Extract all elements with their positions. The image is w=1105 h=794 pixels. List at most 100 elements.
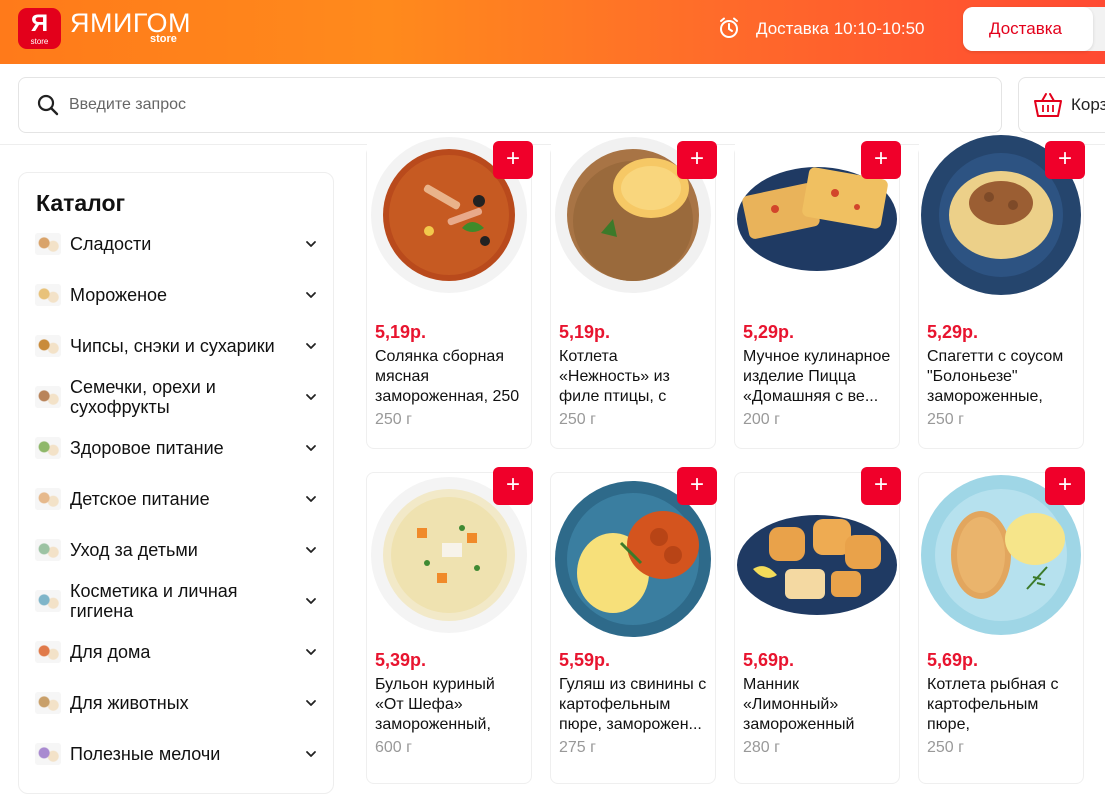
catalog-item[interactable]: Сладости bbox=[35, 224, 323, 264]
add-to-cart-button[interactable]: + bbox=[1045, 141, 1085, 179]
product-price: 5,69р. bbox=[743, 650, 795, 670]
chevron-down-icon[interactable] bbox=[305, 646, 317, 658]
product-price: 5,29р. bbox=[927, 322, 979, 342]
product-weight: 200 г bbox=[743, 411, 780, 428]
product-price: 5,29р. bbox=[743, 322, 795, 342]
product-name[interactable]: Гуляш из свинины с картофельным пюре, за… bbox=[559, 675, 709, 735]
chevron-down-icon[interactable] bbox=[305, 238, 317, 250]
product-weight: 250 г bbox=[927, 739, 964, 756]
catalog-item[interactable]: Для дома bbox=[35, 632, 323, 672]
product-card[interactable]: +5,69р. Манник «Лимонный» замороженный 1/… bbox=[734, 467, 901, 784]
product-price: 5,69р. bbox=[927, 650, 979, 670]
product-price: 5,19р. bbox=[375, 322, 427, 342]
product-price: 5,39р. bbox=[375, 650, 427, 670]
chevron-down-icon[interactable] bbox=[305, 493, 317, 505]
add-to-cart-button[interactable]: + bbox=[493, 141, 533, 179]
brand-subtitle: store bbox=[150, 33, 177, 45]
product-weight: 250 г bbox=[375, 411, 412, 428]
home-icon bbox=[35, 641, 61, 663]
delivery-time[interactable]: Доставка 10:10-10:50 bbox=[756, 18, 924, 40]
catalog-item[interactable]: Детское питание bbox=[35, 479, 323, 519]
catalog-item-label: Чипсы, снэки и сухарики bbox=[70, 336, 275, 356]
product-weight: 280 г bbox=[743, 739, 780, 756]
product-weight: 250 г bbox=[559, 411, 596, 428]
chevron-down-icon[interactable] bbox=[305, 289, 317, 301]
delivery-mode-label: Доставка bbox=[989, 19, 1063, 38]
cart-button[interactable]: Корз bbox=[1018, 77, 1105, 133]
product-name[interactable]: Котлета рыбная с картофельным пюре, замо… bbox=[927, 675, 1077, 735]
add-to-cart-button[interactable]: + bbox=[1045, 467, 1085, 505]
product-weight: 275 г bbox=[559, 739, 596, 756]
cart-label: Корз bbox=[1071, 95, 1105, 114]
chevron-down-icon[interactable] bbox=[305, 391, 317, 403]
catalog-item[interactable]: Мороженое bbox=[35, 275, 323, 315]
sweets-icon bbox=[35, 233, 61, 255]
add-to-cart-button[interactable]: + bbox=[861, 467, 901, 505]
delivery-mode-switch[interactable]: Доставка bbox=[963, 7, 1105, 51]
catalog-item[interactable]: Для животных bbox=[35, 683, 323, 723]
catalog-item[interactable]: Чипсы, снэки и сухарики bbox=[35, 326, 323, 366]
search-icon bbox=[37, 94, 59, 116]
basket-icon bbox=[1034, 93, 1062, 117]
catalog-item[interactable]: Здоровое питание bbox=[35, 428, 323, 468]
product-card[interactable]: +5,39р. Бульон куриный «От Шефа» замороже… bbox=[366, 467, 533, 784]
product-price: 5,59р. bbox=[559, 650, 611, 670]
product-name[interactable]: Мучное кулинарное изделие Пицца «Домашня… bbox=[743, 347, 893, 407]
logo-letter: Я bbox=[30, 10, 49, 37]
nuts-icon bbox=[35, 386, 61, 408]
add-to-cart-button[interactable]: + bbox=[861, 141, 901, 179]
chevron-down-icon[interactable] bbox=[305, 697, 317, 709]
chevron-down-icon[interactable] bbox=[305, 748, 317, 760]
catalog-item-label: Для дома bbox=[70, 642, 151, 662]
catalog-item-label: Полезные мелочи bbox=[70, 744, 221, 764]
search-box[interactable] bbox=[18, 77, 1002, 133]
logo-badge-text: store bbox=[30, 37, 49, 46]
catalog-item[interactable]: Семечки, орехи и сухофрукты bbox=[35, 377, 323, 417]
useful-things-icon bbox=[35, 743, 61, 765]
cosmetics-icon bbox=[35, 590, 61, 612]
product-name[interactable]: Бульон куриный «От Шефа» замороженный, 1… bbox=[375, 675, 525, 735]
search-input[interactable] bbox=[69, 92, 949, 118]
catalog-sidebar: Каталог Сладости Мороженое Чипсы, снэки и … bbox=[18, 172, 334, 794]
delivery-mode-option[interactable]: Доставка bbox=[963, 7, 1093, 51]
add-to-cart-button[interactable]: + bbox=[677, 467, 717, 505]
product-name[interactable]: Манник «Лимонный» замороженный 1/280 bbox=[743, 675, 893, 735]
catalog-item[interactable]: Уход за детьми bbox=[35, 530, 323, 570]
add-to-cart-button[interactable]: + bbox=[677, 141, 717, 179]
chips-icon bbox=[35, 335, 61, 357]
catalog-item-label: Семечки, орехи и сухофрукты bbox=[70, 377, 216, 417]
logo[interactable]: Я store bbox=[18, 8, 61, 49]
alarm-clock-icon bbox=[720, 17, 738, 38]
chevron-down-icon[interactable] bbox=[305, 595, 317, 607]
catalog-item-label: Косметика и личная гигиена bbox=[70, 581, 238, 621]
product-card[interactable]: +5,19р. Солянка сборная мясная замороженн… bbox=[366, 133, 533, 449]
top-bar: Я store ЯМИГОМ store Доставка 10:10-10:5… bbox=[0, 0, 1105, 64]
chevron-down-icon[interactable] bbox=[305, 340, 317, 352]
baby-food-icon bbox=[35, 488, 61, 510]
catalog-item-label: Здоровое питание bbox=[70, 438, 224, 458]
catalog-item[interactable]: Полезные мелочи bbox=[35, 734, 323, 774]
product-card[interactable]: +5,69р. Котлета рыбная с картофельным пюр… bbox=[918, 467, 1085, 784]
catalog-item-label: Мороженое bbox=[70, 285, 168, 305]
healthy-food-icon bbox=[35, 437, 61, 459]
product-price: 5,19р. bbox=[559, 322, 611, 342]
baby-care-icon bbox=[35, 539, 61, 561]
product-card[interactable]: +5,59р. Гуляш из свинины с картофельным п… bbox=[550, 467, 717, 784]
product-card[interactable]: +5,19р. Котлета «Нежность» из филе птицы,… bbox=[550, 133, 717, 449]
catalog-item-label: Для животных bbox=[70, 693, 189, 713]
add-to-cart-button[interactable]: + bbox=[493, 467, 533, 505]
product-card[interactable]: +5,29р. Спагетти с соусом "Болоньезе" зам… bbox=[918, 133, 1085, 449]
ice-cream-icon bbox=[35, 284, 61, 306]
product-weight: 600 г bbox=[375, 739, 412, 756]
product-card[interactable]: +5,29р. Мучное кулинарное изделие Пицца «… bbox=[734, 133, 901, 449]
product-name[interactable]: Котлета «Нежность» из филе птицы, с греч… bbox=[559, 347, 709, 407]
product-name[interactable]: Солянка сборная мясная замороженная, 250… bbox=[375, 347, 525, 407]
catalog-title: Каталог bbox=[36, 190, 126, 216]
product-weight: 250 г bbox=[927, 411, 964, 428]
catalog-item-label: Уход за детьми bbox=[70, 540, 198, 560]
catalog-item[interactable]: Косметика и личная гигиена bbox=[35, 581, 323, 621]
product-name[interactable]: Спагетти с соусом "Болоньезе" замороженн… bbox=[927, 347, 1077, 407]
chevron-down-icon[interactable] bbox=[305, 544, 317, 556]
catalog-item-label: Детское питание bbox=[70, 489, 210, 509]
chevron-down-icon[interactable] bbox=[305, 442, 317, 454]
